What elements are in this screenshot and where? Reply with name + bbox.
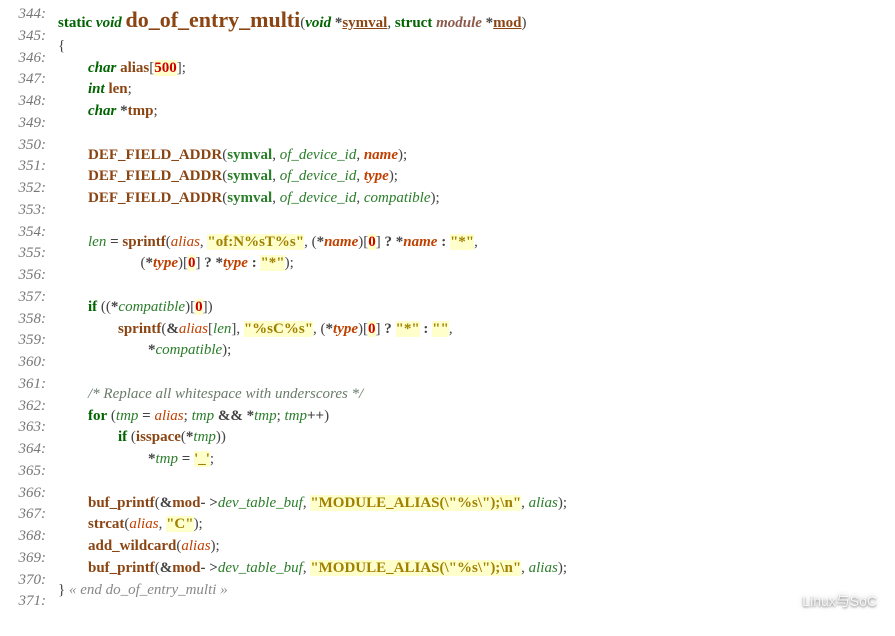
line-number: 368: [0,526,48,548]
code-line: for (tmp = alias; tmp && *tmp; tmp++) [58,406,895,428]
code-line: len = sprintf(alias, "of:N%sT%s", (*name… [58,232,895,254]
line-number: 347: [0,69,48,91]
code-line: strcat(alias, "C"); [58,514,895,536]
code-line: char *tmp; [58,101,895,123]
code-line: DEF_FIELD_ADDR(symval, of_device_id, typ… [58,166,895,188]
line-number: 346: [0,48,48,70]
line-number: 362: [0,396,48,418]
line-number: 356: [0,265,48,287]
code-line: (*type)[0] ? *type : "*"); [58,253,895,275]
line-number: 357: [0,287,48,309]
line-number: 365: [0,461,48,483]
code-line: *tmp = '_'; [58,449,895,471]
code-line: sprintf(&alias[len], "%sC%s", (*type)[0]… [58,319,895,341]
code-line: if (isspace(*tmp)) [58,427,895,449]
code-line: if ((*compatible)[0]) [58,297,895,319]
line-number: 355: [0,243,48,265]
code-line: *compatible); [58,340,895,362]
code-content: static void do_of_entry_multi(void *symv… [48,0,895,627]
line-number: 358: [0,309,48,331]
code-line [58,123,895,145]
line-number: 364: [0,439,48,461]
line-number: 370: [0,570,48,592]
code-line: DEF_FIELD_ADDR(symval, of_device_id, nam… [58,145,895,167]
line-number: 367: [0,504,48,526]
code-line: } « end do_of_entry_multi » [58,580,895,602]
line-number-gutter: 344:345:346:347:348:349:350:351:352:353:… [0,0,48,627]
code-line: buf_printf(&mod- >dev_table_buf, "MODULE… [58,558,895,580]
line-number: 363: [0,417,48,439]
code-line: int len; [58,79,895,101]
line-number: 359: [0,330,48,352]
code-line: char alias[500]; [58,58,895,80]
code-line [58,471,895,493]
line-number: 354: [0,222,48,244]
code-line: { [58,36,895,58]
line-number: 352: [0,178,48,200]
line-number: 361: [0,374,48,396]
code-line: DEF_FIELD_ADDR(symval, of_device_id, com… [58,188,895,210]
code-line [58,210,895,232]
line-number: 350: [0,135,48,157]
code-line [58,601,895,623]
line-number: 371: [0,591,48,613]
code-viewer: 344:345:346:347:348:349:350:351:352:353:… [0,0,895,627]
code-line [58,362,895,384]
line-number: 351: [0,156,48,178]
code-line: buf_printf(&mod- >dev_table_buf, "MODULE… [58,493,895,515]
line-number: 366: [0,483,48,505]
line-number: 360: [0,352,48,374]
line-number: 349: [0,113,48,135]
code-line [58,275,895,297]
code-line: add_wildcard(alias); [58,536,895,558]
line-number: 344: [0,4,48,26]
code-line: /* Replace all whitespace with underscor… [58,384,895,406]
line-number: 348: [0,91,48,113]
line-number: 345: [0,26,48,48]
code-line: static void do_of_entry_multi(void *symv… [58,4,895,36]
line-number: 353: [0,200,48,222]
line-number: 369: [0,548,48,570]
